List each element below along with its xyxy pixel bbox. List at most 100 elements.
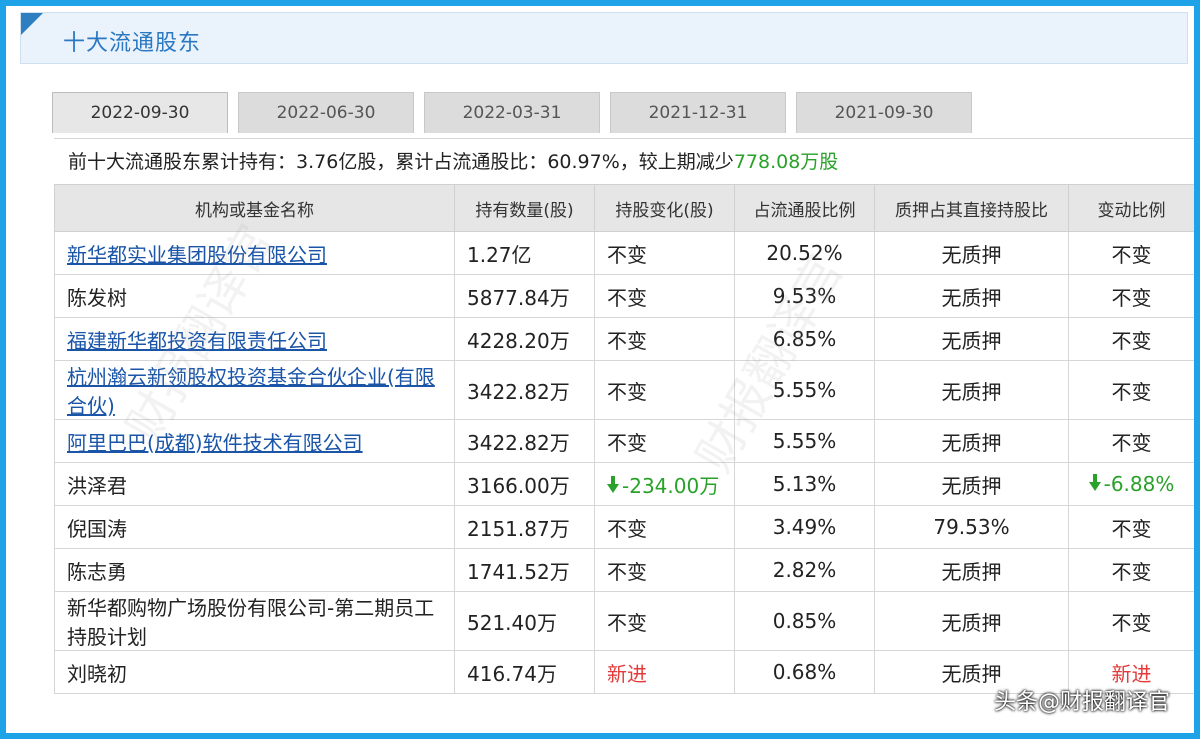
summary-holding: 3.76亿股 (296, 151, 377, 173)
cell-change-ratio-value: 新进 (1111, 661, 1152, 686)
cell-qty: 521.40万 (454, 591, 595, 651)
cell-ratio: 0.68% (734, 650, 875, 694)
cell-pledge-value: 无质押 (941, 610, 1002, 635)
arrow-down-icon (607, 475, 619, 493)
table-row: 陈志勇 1741.52万 不变 2.82% 无质押 不变 (54, 548, 1194, 592)
shareholder-name: 陈志勇 (67, 559, 127, 584)
cell-change: 不变 (594, 360, 735, 420)
cell-qty-value: 1741.52万 (467, 559, 570, 584)
arrow-down-icon (1088, 474, 1101, 491)
cell-change: 不变 (594, 231, 735, 275)
summary-change-label: ，较上期减少 (619, 151, 734, 173)
cell-change: 不变 (594, 548, 735, 592)
cell-change-ratio-value: 不变 (1111, 430, 1152, 455)
cell-change-ratio: 不变 (1068, 360, 1194, 420)
cell-change: 新进 (594, 650, 735, 694)
cell-change-value: 不变 (607, 285, 647, 310)
cell-change-ratio: 不变 (1068, 419, 1194, 463)
cell-ratio-value: 5.55% (772, 378, 837, 402)
cell-ratio: 5.55% (734, 360, 875, 420)
cell-ratio-value: 2.82% (772, 558, 837, 582)
table-row: 倪国涛 2151.87万 不变 3.49% 79.53% 不变 (54, 505, 1194, 549)
panel-header: 十大流通股东 (20, 12, 1188, 64)
cell-ratio: 2.82% (734, 548, 875, 592)
cell-change: 不变 (594, 419, 735, 463)
table-row: 杭州瀚云新领股权投资基金合伙企业(有限合伙) 3422.82万 不变 5.55% 无质押… (54, 360, 1194, 420)
header-ratio: 占流通股比例 (734, 184, 875, 232)
shareholder-name: 刘晓初 (67, 661, 127, 686)
cell-change-ratio: 不变 (1068, 274, 1194, 318)
cell-pledge-value: 无质押 (941, 285, 1002, 310)
cell-change-ratio-value: 不变 (1111, 328, 1152, 353)
cell-name[interactable]: 阿里巴巴(成都)软件技术有限公司 (54, 419, 455, 463)
cell-change-ratio: 不变 (1068, 231, 1194, 275)
header-change-ratio: 变动比例 (1068, 184, 1194, 232)
table-row: 阿里巴巴(成都)软件技术有限公司 3422.82万 不变 5.55% 无质押 不变 (54, 419, 1194, 463)
shareholder-name: 新华都购物广场股份有限公司-第二期员工持股计划 (67, 596, 435, 649)
cell-pledge-value: 无质押 (941, 559, 1002, 584)
cell-pledge-value: 无质押 (941, 473, 1002, 498)
cell-pledge-value: 无质押 (941, 661, 1002, 686)
cell-name: 新华都购物广场股份有限公司-第二期员工持股计划 (54, 591, 455, 651)
header-qty: 持有数量(股) (454, 184, 595, 232)
tab-2022-09-30[interactable]: 2022-09-30 (52, 92, 228, 133)
shareholder-name: 陈发树 (67, 285, 127, 310)
summary-line: 前十大流通股东累计持有：3.76亿股，累计占流通股比：60.97%，较上期减少7… (54, 138, 1194, 184)
cell-qty-value: 521.40万 (467, 610, 557, 635)
cell-change-ratio-value: 不变 (1111, 379, 1152, 404)
header-change: 持股变化(股) (594, 184, 735, 232)
cell-pledge-value: 无质押 (941, 242, 1002, 267)
cell-change-ratio-value: 不变 (1111, 559, 1152, 584)
cell-ratio: 0.85% (734, 591, 875, 651)
footer-watermark: 头条@财报翻译官 (993, 690, 1170, 715)
cell-pledge-value: 无质押 (941, 379, 1002, 404)
cell-change-ratio: 不变 (1068, 591, 1194, 651)
cell-change-ratio: 不变 (1068, 548, 1194, 592)
tab-2022-03-31[interactable]: 2022-03-31 (424, 92, 600, 133)
cell-qty: 1.27亿 (454, 231, 595, 275)
header-name: 机构或基金名称 (54, 184, 455, 232)
cell-ratio-value: 0.85% (772, 609, 837, 633)
cell-qty: 3166.00万 (454, 462, 595, 506)
cell-qty-value: 3422.82万 (467, 430, 570, 455)
tab-2021-12-31[interactable]: 2021-12-31 (610, 92, 786, 133)
cell-pledge-value: 无质押 (941, 430, 1002, 455)
cell-qty: 1741.52万 (454, 548, 595, 592)
cell-qty-value: 3166.00万 (467, 473, 570, 498)
tab-2022-06-30[interactable]: 2022-06-30 (238, 92, 414, 133)
shareholders-table: 机构或基金名称 持有数量(股) 持股变化(股) 占流通股比例 质押占其直接持股比… (54, 184, 1194, 694)
cell-ratio: 5.55% (734, 419, 875, 463)
cell-ratio-value: 6.85% (772, 327, 837, 351)
cell-pledge-value: 79.53% (933, 515, 1010, 539)
cell-pledge: 无质押 (874, 360, 1069, 420)
cell-ratio-value: 0.68% (772, 660, 837, 684)
cell-name: 倪国涛 (54, 505, 455, 549)
cell-pledge: 无质押 (874, 419, 1069, 463)
summary-ratio: 60.97% (547, 151, 620, 173)
cell-change-value: 不变 (607, 430, 647, 455)
cell-pledge: 无质押 (874, 548, 1069, 592)
table-row: 新华都购物广场股份有限公司-第二期员工持股计划 521.40万 不变 0.85% 无质押… (54, 591, 1194, 651)
shareholder-link[interactable]: 福建新华都投资有限责任公司 (67, 329, 327, 353)
table-row: 福建新华都投资有限责任公司 4228.20万 不变 6.85% 无质押 不变 (54, 317, 1194, 361)
cell-change-value: 新进 (607, 661, 647, 686)
shareholder-link[interactable]: 新华都实业集团股份有限公司 (67, 243, 327, 267)
screenshot-frame: 十大流通股东 2022-09-30 2022-06-30 2022-03-31 … (0, 0, 1200, 739)
cell-pledge: 无质押 (874, 591, 1069, 651)
cell-name: 陈发树 (54, 274, 455, 318)
tab-2021-09-30[interactable]: 2021-09-30 (796, 92, 972, 133)
cell-change-value: 不变 (607, 328, 647, 353)
cell-name: 刘晓初 (54, 650, 455, 694)
cell-qty-value: 1.27亿 (467, 242, 532, 267)
cell-name[interactable]: 杭州瀚云新领股权投资基金合伙企业(有限合伙) (54, 360, 455, 420)
cell-change: -234.00万 (594, 462, 735, 506)
table-row: 新华都实业集团股份有限公司 1.27亿 不变 20.52% 无质押 不变 (54, 231, 1194, 275)
shareholder-link[interactable]: 杭州瀚云新领股权投资基金合伙企业(有限合伙) (67, 365, 435, 418)
cell-name[interactable]: 福建新华都投资有限责任公司 (54, 317, 455, 361)
cell-qty-value: 2151.87万 (467, 516, 570, 541)
cell-change-value: 不变 (607, 379, 647, 404)
cell-name[interactable]: 新华都实业集团股份有限公司 (54, 231, 455, 275)
shareholder-link[interactable]: 阿里巴巴(成都)软件技术有限公司 (67, 431, 363, 455)
cell-change-value: 不变 (607, 242, 647, 267)
cell-change: 不变 (594, 274, 735, 318)
